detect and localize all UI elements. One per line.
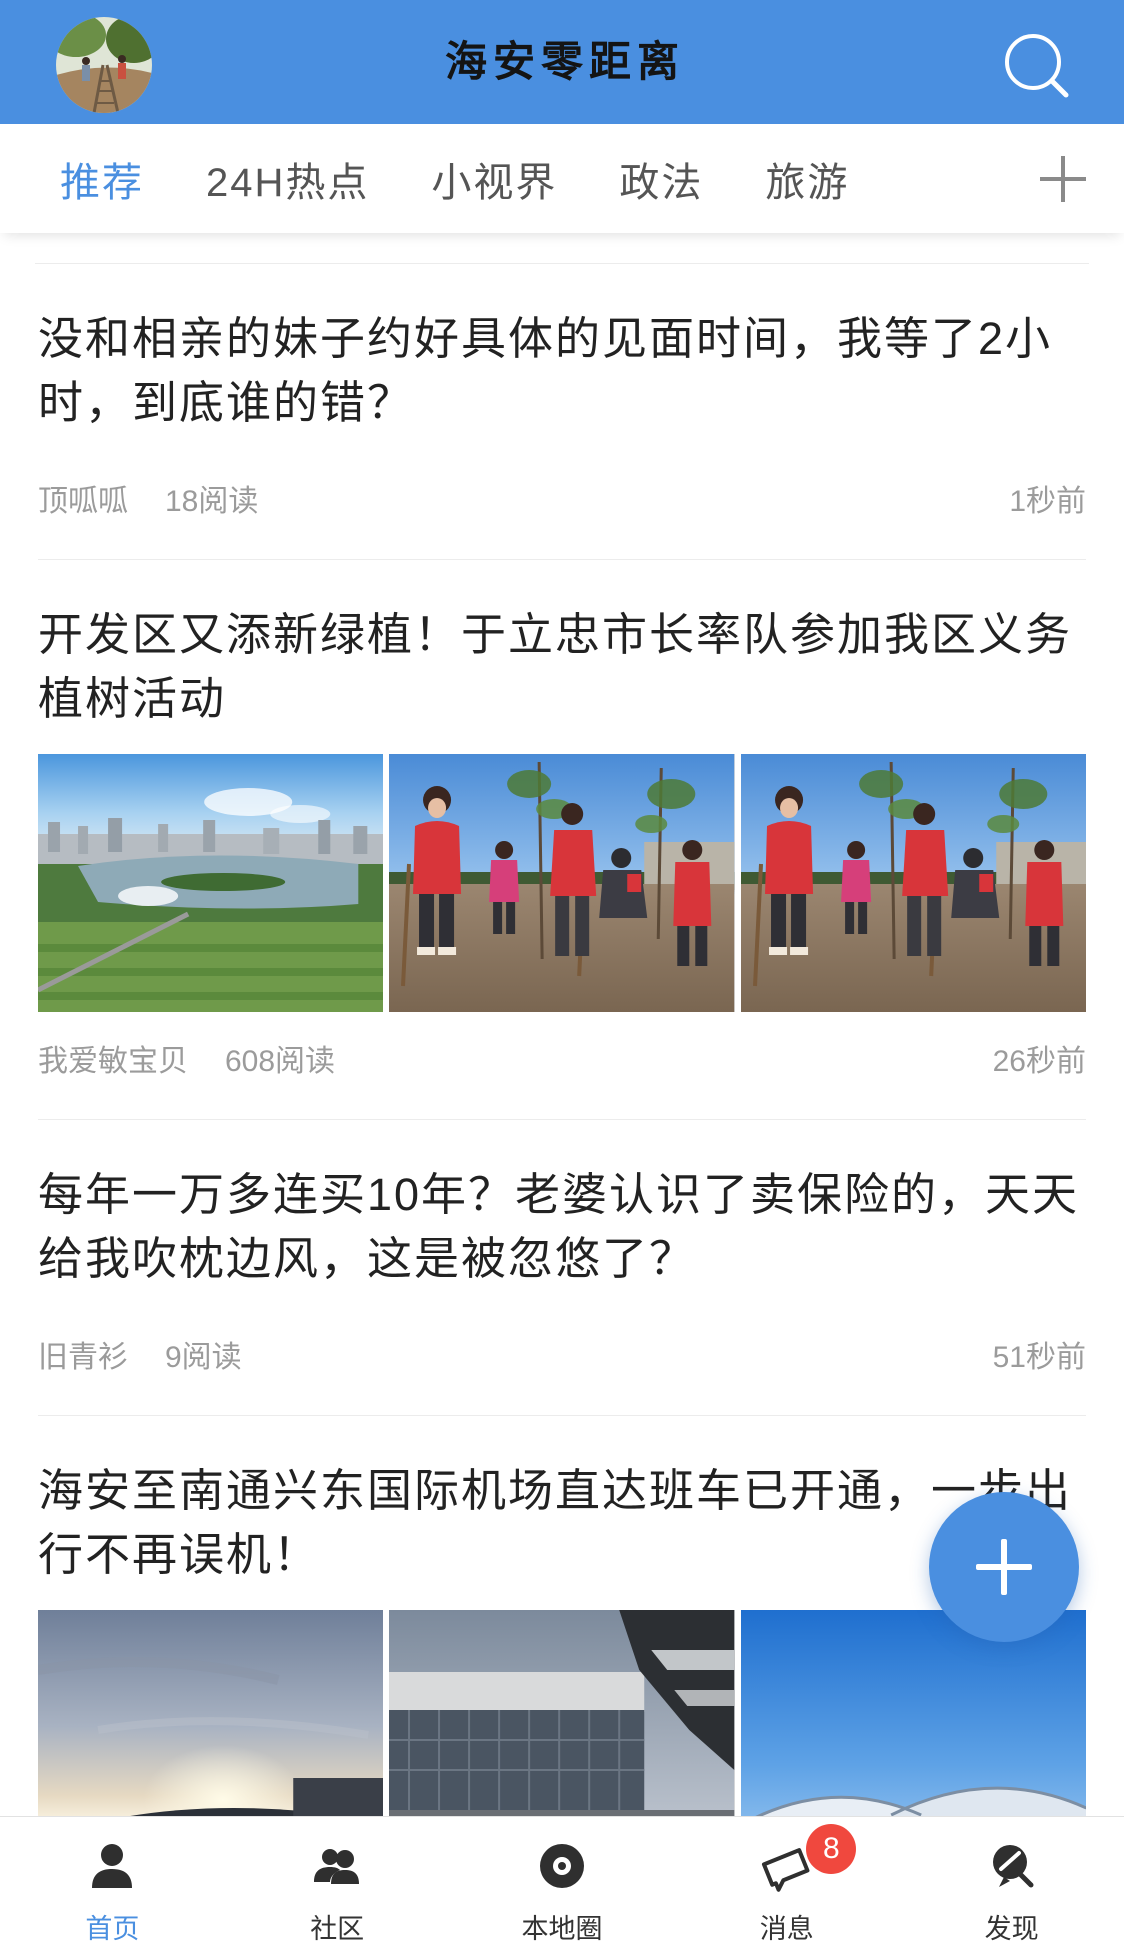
- nav-label: 社区: [310, 1914, 365, 1944]
- create-post-button[interactable]: [929, 1492, 1079, 1642]
- nav-discover[interactable]: 发现: [899, 1817, 1124, 1948]
- article-image[interactable]: [740, 754, 1086, 1012]
- article-image-row: [38, 754, 1086, 1012]
- article-time: 1秒前: [1009, 485, 1086, 518]
- message-icon: [761, 1840, 813, 1892]
- plus-icon-stroke: [1061, 156, 1065, 202]
- home-person-icon: [86, 1840, 138, 1892]
- article-title: 每年一万多连买10年？老婆认识了卖保险的，天天给我吹枕边风，这是被忽悠了？: [38, 1169, 1080, 1284]
- nav-home[interactable]: 首页: [0, 1817, 225, 1948]
- article-time: 51秒前: [992, 1341, 1086, 1374]
- nav-label: 发现: [984, 1914, 1039, 1944]
- feed-item[interactable]: 开发区又添新绿植！于立忠市长率队参加我区义务植树活动 我爱敏宝贝 608阅读 2…: [38, 560, 1086, 1120]
- article-image[interactable]: [389, 754, 735, 1012]
- app-screen: 海安零距离 推荐 24H热点 小视界 政法 旅游 没和相亲的妹子约好具体的见面时…: [0, 0, 1124, 1948]
- category-tab-bar: 推荐 24H热点 小视界 政法 旅游: [0, 124, 1124, 233]
- article-image[interactable]: [38, 754, 384, 1012]
- article-meta: 旧青衫 9阅读 51秒前: [38, 1334, 1086, 1374]
- article-author: 我爱敏宝贝: [38, 1045, 188, 1078]
- tab-small-vision[interactable]: 小视界: [431, 150, 557, 208]
- disc-icon: [536, 1840, 588, 1892]
- news-feed: 没和相亲的妹子约好具体的见面时间，我等了2小时，到底谁的错？ 顶呱呱 18阅读 …: [0, 263, 1124, 1910]
- article-author: 旧青衫: [38, 1341, 128, 1374]
- article-author: 顶呱呱: [38, 485, 128, 518]
- add-channel-button[interactable]: [1040, 156, 1086, 202]
- tab-list: 推荐 24H热点 小视界 政法 旅游: [60, 124, 849, 233]
- search-button[interactable]: [996, 24, 1072, 100]
- tab-recommend[interactable]: 推荐: [60, 150, 144, 208]
- article-read-count: 18阅读: [165, 485, 259, 518]
- article-title: 开发区又添新绿植！于立忠市长率队参加我区义务植树活动: [38, 609, 1073, 724]
- article-read-count: 608阅读: [225, 1045, 336, 1078]
- nav-local-circle[interactable]: 本地圈: [450, 1817, 675, 1948]
- search-icon: [1005, 34, 1069, 98]
- tab-politics-law[interactable]: 政法: [619, 150, 703, 208]
- article-read-count: 9阅读: [165, 1341, 242, 1374]
- discover-icon: [986, 1840, 1038, 1892]
- unread-badge: 8: [806, 1824, 857, 1874]
- plus-icon-stroke: [1001, 1539, 1007, 1595]
- tab-24h-hot[interactable]: 24H热点: [206, 150, 369, 208]
- article-meta: 我爱敏宝贝 608阅读 26秒前: [38, 1038, 1086, 1078]
- article-time: 26秒前: [992, 1045, 1086, 1078]
- feed-item[interactable]: 每年一万多连买10年？老婆认识了卖保险的，天天给我吹枕边风，这是被忽悠了？ 旧青…: [38, 1120, 1086, 1416]
- nav-community[interactable]: 社区: [225, 1817, 450, 1948]
- nav-label: 本地圈: [521, 1914, 603, 1944]
- top-header: 海安零距离: [0, 0, 1124, 124]
- nav-label: 首页: [85, 1914, 140, 1944]
- nav-label: 消息: [759, 1914, 814, 1944]
- feed-item[interactable]: 没和相亲的妹子约好具体的见面时间，我等了2小时，到底谁的错？ 顶呱呱 18阅读 …: [38, 264, 1086, 560]
- app-title: 海安零距离: [444, 37, 685, 86]
- nav-messages[interactable]: 消息 8: [674, 1817, 899, 1948]
- article-title: 没和相亲的妹子约好具体的见面时间，我等了2小时，到底谁的错？: [38, 313, 1053, 428]
- tab-travel[interactable]: 旅游: [765, 150, 849, 208]
- bottom-nav: 首页 社区 本地圈 消息 8 发现: [0, 1816, 1124, 1948]
- article-meta: 顶呱呱 18阅读 1秒前: [38, 478, 1086, 518]
- community-icon: [311, 1840, 363, 1892]
